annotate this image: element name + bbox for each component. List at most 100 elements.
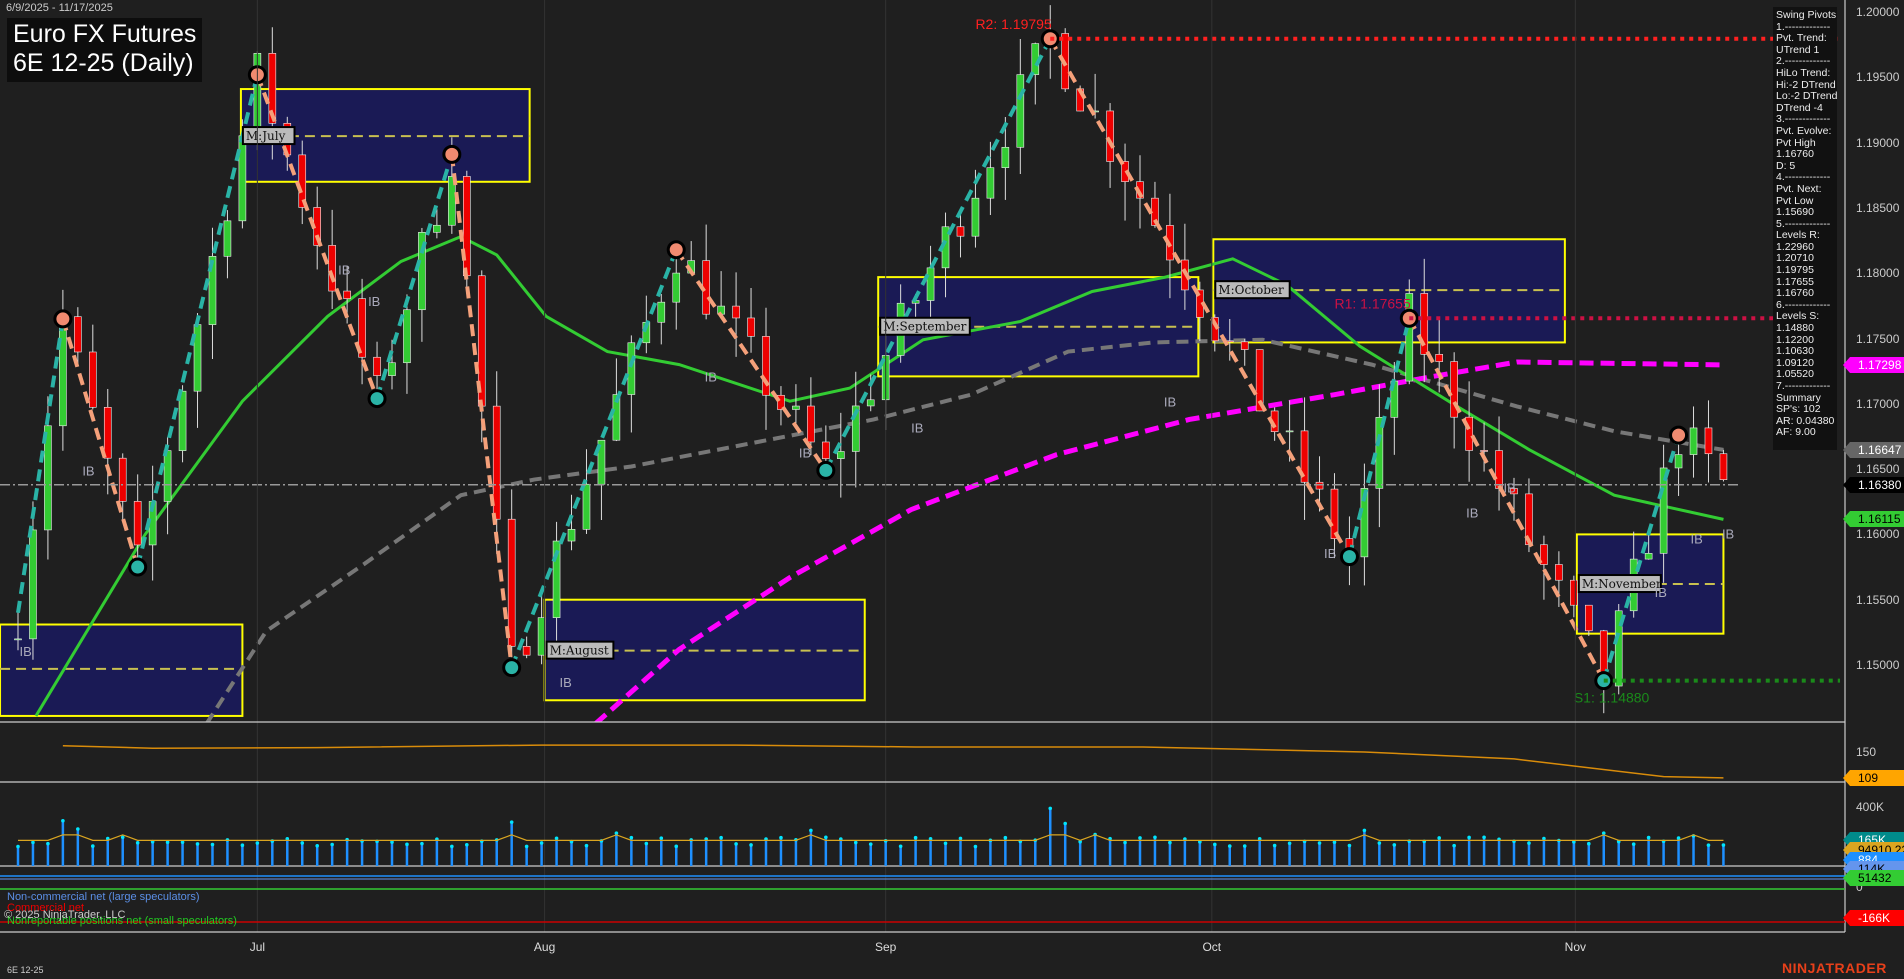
volume-dot: [196, 842, 200, 846]
swing-zigzag-line: [63, 319, 138, 567]
chart-title: Euro FX Futures 6E 12-25 (Daily): [7, 18, 202, 82]
candle-up: [568, 529, 575, 541]
volume-dot: [76, 827, 80, 831]
price-badge: 1.16647: [1850, 442, 1904, 458]
ma-mid-line: [206, 340, 1723, 724]
candle-up: [867, 400, 874, 406]
volume-dot: [540, 841, 544, 845]
volume-dot: [959, 837, 963, 841]
volume-dot: [749, 843, 753, 847]
instrument-name: Euro FX Futures: [13, 20, 196, 49]
month-label: Aug: [534, 940, 555, 954]
ib-label: IB: [1324, 546, 1336, 561]
volume-dot: [525, 845, 529, 849]
candle-down: [1570, 580, 1577, 605]
volume-dot: [330, 843, 334, 847]
volume-dot: [315, 844, 319, 848]
volume-dot: [1168, 841, 1172, 845]
price-badge: -166K: [1850, 910, 1904, 926]
candle-down: [89, 352, 96, 407]
volume-dot: [1587, 842, 1591, 846]
price-tick-label: 1.17500: [1856, 332, 1899, 346]
price-badge: 1.16115: [1850, 511, 1904, 527]
volume-dot: [1138, 836, 1142, 840]
ib-label: IB: [1722, 526, 1734, 541]
volume-dot: [256, 841, 260, 845]
volume-dot: [300, 841, 304, 845]
candle-down: [733, 306, 740, 318]
candle-down: [763, 336, 770, 395]
volume-dot: [645, 842, 649, 846]
candle-down: [957, 227, 964, 236]
candle-down: [344, 291, 351, 299]
pivot-level-label: R2: 1.19795: [975, 16, 1051, 32]
swing-low-marker: [369, 391, 385, 407]
ib-label: IB: [705, 370, 717, 385]
volume-dot: [914, 836, 918, 840]
ib-label: IB: [560, 675, 572, 690]
volume-dot: [1632, 842, 1636, 846]
candle-up: [792, 406, 799, 409]
volume-dot: [211, 843, 215, 847]
candle-up: [224, 221, 231, 256]
volume-dot: [61, 819, 65, 823]
candle-down: [1316, 482, 1323, 489]
candle-down: [822, 442, 829, 459]
candle-down: [523, 646, 530, 655]
date-range: 6/9/2025 - 11/17/2025: [6, 2, 113, 14]
candle-down: [1436, 354, 1443, 361]
candle-down: [508, 519, 515, 646]
month-label: Jul: [250, 940, 265, 954]
volume-dot: [1288, 841, 1292, 845]
monthly-box-label: M:October: [1218, 283, 1284, 297]
volume-dot: [1378, 841, 1382, 845]
swing-zigzag-line: [1409, 318, 1603, 680]
candle-up: [583, 484, 590, 529]
price-chart[interactable]: R2: 1.19795R1: 1.17655S1: 1.14880M:JulyM…: [0, 0, 1904, 979]
volume-dot: [1722, 843, 1726, 847]
swing-high-marker: [55, 311, 71, 327]
candle-down: [1496, 451, 1503, 489]
volume-dot: [1393, 843, 1397, 847]
price-badge: 1.16380: [1850, 477, 1904, 493]
price-pane: R2: 1.19795R1: 1.17655S1: 1.14880M:JulyM…: [0, 5, 1840, 724]
candle-down: [1705, 428, 1712, 454]
candle-down: [1107, 111, 1114, 162]
ib-label: IB: [1504, 481, 1516, 496]
volume-dot: [91, 844, 95, 848]
volume-dot: [31, 841, 35, 845]
volume-dot: [465, 843, 469, 847]
ib-label: IB: [1691, 532, 1703, 547]
swing-zigzag-line: [138, 75, 258, 567]
candle-down: [807, 406, 814, 442]
volume-dot: [674, 845, 678, 849]
volume-dot: [1273, 844, 1277, 848]
monthly-box-label: M:November: [1582, 577, 1662, 591]
candle-up: [987, 168, 994, 198]
swing-high-marker: [444, 146, 460, 162]
symbol-label: 6E 12-25: [7, 965, 44, 975]
ib-label: IB: [338, 263, 350, 278]
candle-up: [538, 618, 545, 656]
volume-dot: [1123, 841, 1127, 845]
copyright: © 2025 NinjaTrader, LLC: [4, 909, 125, 921]
volume-dot: [824, 835, 828, 839]
candle-up: [164, 451, 171, 502]
candle-up: [972, 198, 979, 236]
volume-dot: [854, 841, 858, 845]
swing-high-marker: [668, 242, 684, 258]
volume-dot: [1482, 836, 1486, 840]
candle-up: [1286, 431, 1293, 432]
volume-dot: [1213, 843, 1217, 847]
pivot-level-label: S1: 1.14880: [1574, 690, 1650, 706]
volume-dot: [420, 842, 424, 846]
candle-down: [1720, 454, 1727, 480]
info-line: Pvt. Evolve:: [1776, 126, 1837, 138]
pivot-level-label: R1: 1.17655: [1334, 295, 1410, 311]
candle-up: [433, 225, 440, 232]
ib-label: IB: [1164, 394, 1176, 409]
candle-down: [1585, 605, 1592, 631]
price-tick-label: 1.16500: [1856, 462, 1899, 476]
volume-dot: [345, 838, 349, 842]
volume-dot: [1437, 836, 1441, 840]
